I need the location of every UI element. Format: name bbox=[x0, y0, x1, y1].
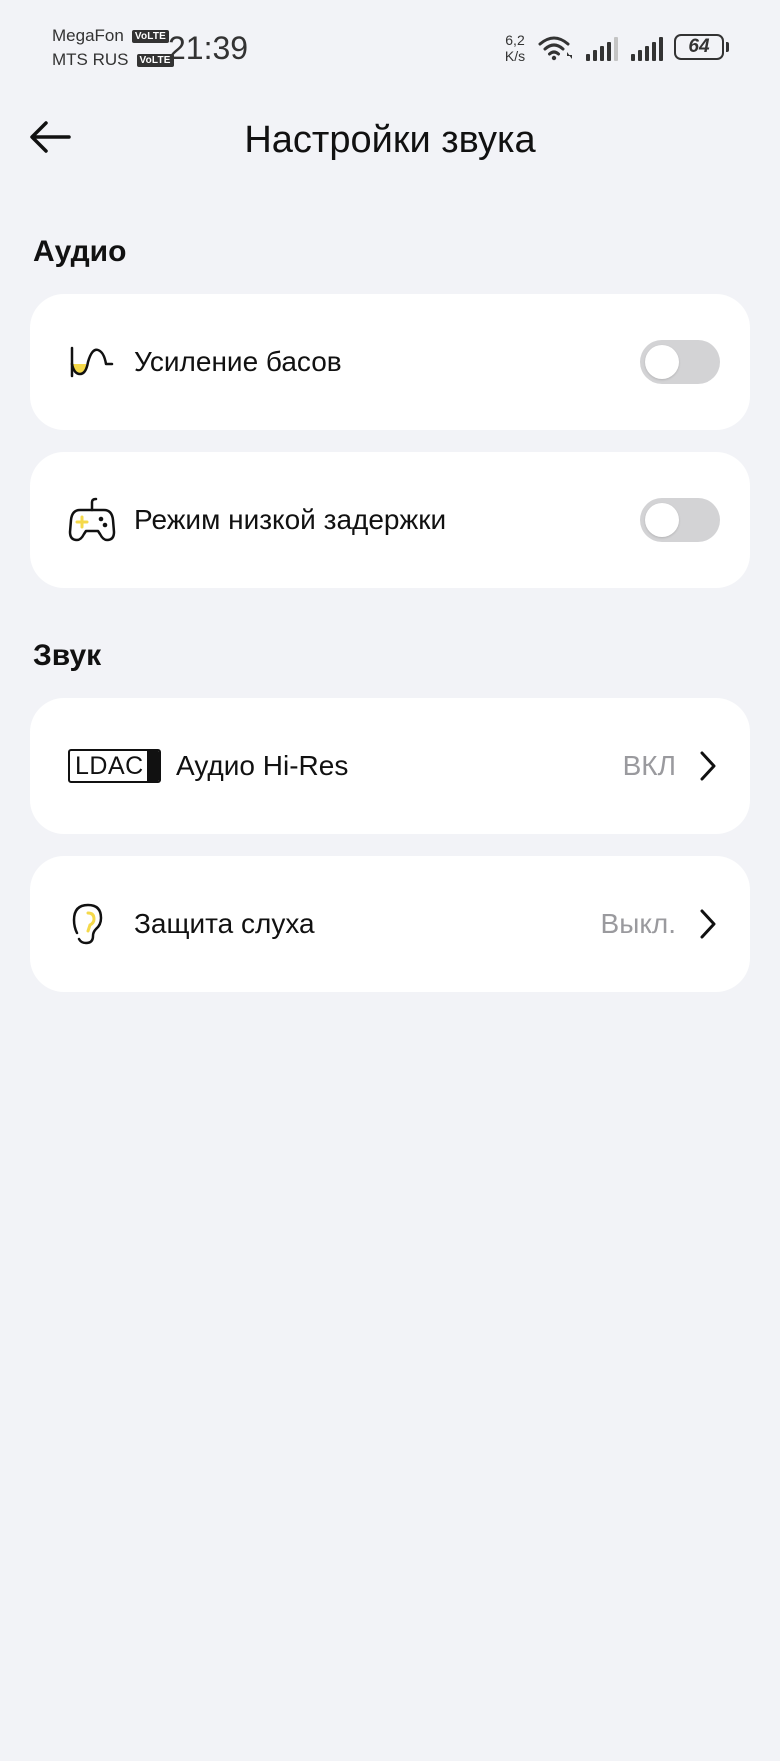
chevron-right-icon bbox=[696, 748, 720, 784]
hi-res-audio-label: Аудио Hi-Res bbox=[176, 750, 349, 781]
page-title: Настройки звука bbox=[244, 119, 536, 161]
hearing-protection-value: Выкл. bbox=[600, 908, 676, 939]
battery-level: 64 bbox=[688, 36, 710, 57]
ldac-bar bbox=[146, 751, 159, 781]
low-latency-toggle[interactable] bbox=[640, 498, 720, 542]
gamepad-icon bbox=[68, 496, 116, 544]
toggle-knob bbox=[645, 503, 679, 537]
hearing-protection-row[interactable]: Защита слуха Выкл. bbox=[30, 856, 750, 992]
wifi-icon bbox=[538, 36, 572, 61]
section-heading-sound: Звук bbox=[33, 639, 102, 672]
bass-wave-icon bbox=[68, 344, 114, 380]
chevron-right-icon bbox=[696, 906, 720, 942]
ldac-badge: LDAC bbox=[68, 749, 161, 783]
network-speed: 6,2 K/s bbox=[502, 32, 528, 64]
status-bar: MegaFon VoLTE MTS RUS VoLTE 21:39 6,2 K/… bbox=[0, 0, 780, 100]
bass-boost-toggle[interactable] bbox=[640, 340, 720, 384]
carrier-name-2: MTS RUS bbox=[52, 50, 129, 69]
carrier-info: MegaFon VoLTE MTS RUS VoLTE bbox=[52, 24, 174, 72]
signal-icon bbox=[586, 37, 618, 61]
network-speed-unit: K/s bbox=[504, 48, 526, 64]
bass-boost-label: Усиление басов bbox=[134, 346, 342, 377]
low-latency-row[interactable]: Режим низкой задержки bbox=[30, 452, 750, 588]
network-speed-value: 6,2 bbox=[505, 32, 525, 48]
status-clock: 21:39 bbox=[168, 30, 249, 66]
battery-indicator: 64 bbox=[674, 34, 724, 60]
toggle-knob bbox=[645, 345, 679, 379]
signal-icon bbox=[631, 37, 663, 61]
bass-boost-row[interactable]: Усиление басов bbox=[30, 294, 750, 430]
ldac-icon: LDAC bbox=[68, 749, 161, 783]
volte-badge-1: VoLTE bbox=[131, 29, 170, 43]
ldac-text: LDAC bbox=[75, 751, 144, 780]
hi-res-audio-value: ВКЛ bbox=[622, 750, 676, 781]
hi-res-audio-row[interactable]: LDAC Аудио Hi-Res ВКЛ bbox=[30, 698, 750, 834]
hearing-protection-label: Защита слуха bbox=[134, 908, 315, 939]
battery-nub bbox=[726, 42, 729, 52]
low-latency-label: Режим низкой задержки bbox=[134, 504, 447, 535]
carrier-name-1: MegaFon bbox=[52, 26, 124, 45]
section-heading-audio: Аудио bbox=[33, 235, 127, 268]
ear-icon bbox=[68, 901, 108, 947]
